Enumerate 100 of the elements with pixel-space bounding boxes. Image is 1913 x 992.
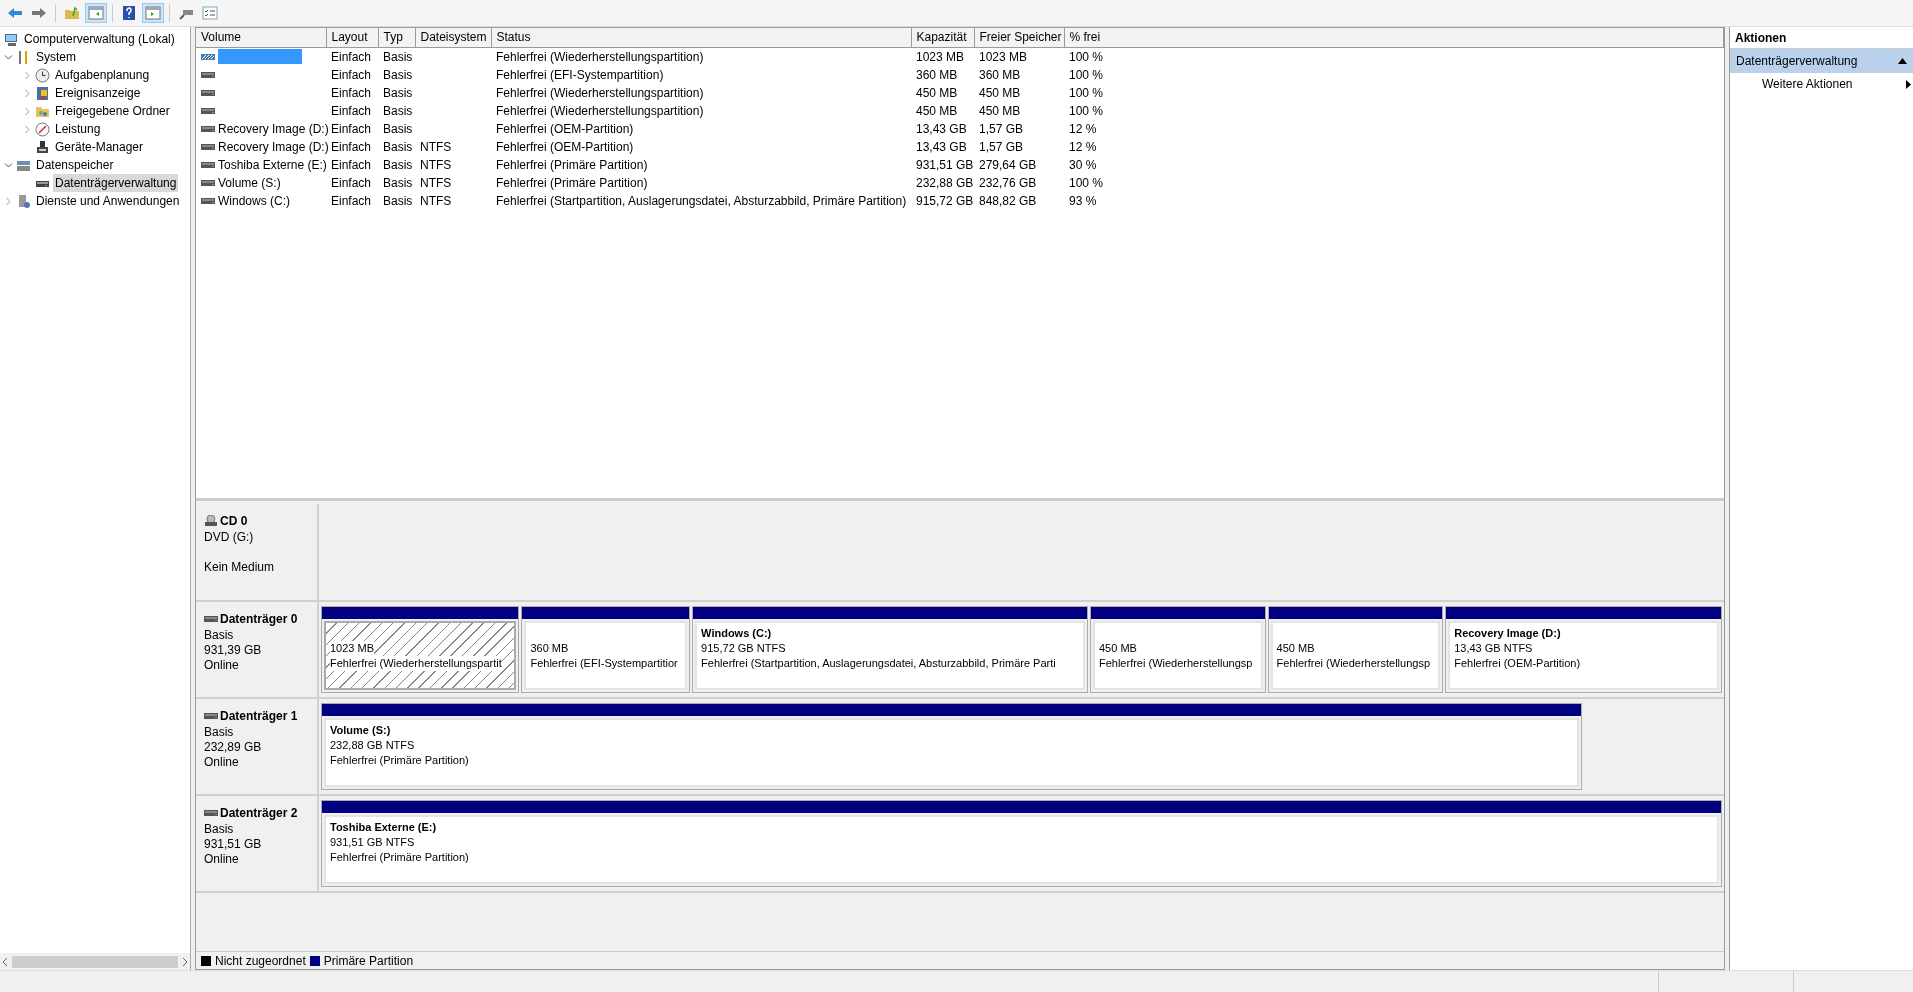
tree-item[interactable]: System bbox=[34, 48, 78, 66]
table-cell: 232,88 GB bbox=[916, 175, 974, 190]
table-cell: NTFS bbox=[420, 157, 452, 172]
table-cell: Basis bbox=[383, 121, 413, 136]
collapse-icon[interactable] bbox=[1898, 58, 1907, 64]
disk-info: Online bbox=[204, 755, 240, 770]
table-cell: Basis bbox=[383, 157, 413, 172]
tree-item[interactable]: Freigegebene Ordner bbox=[53, 102, 172, 120]
scroll-left-icon[interactable] bbox=[3, 957, 8, 966]
table-cell: Fehlerfrei (OEM-Partition) bbox=[496, 139, 634, 154]
table-cell: 1,57 GB bbox=[979, 121, 1024, 136]
disk-info: Basis bbox=[204, 725, 235, 740]
partition-block[interactable]: 450 MB Fehlerfrei (Wiederherstellungsp bbox=[1270, 621, 1441, 690]
computer-icon bbox=[4, 31, 19, 47]
chevron-right-icon[interactable] bbox=[23, 88, 32, 98]
partition-status: Fehlerfrei (Primäre Partition) bbox=[330, 850, 469, 865]
drive-icon bbox=[201, 178, 215, 187]
table-cell: 1023 MB bbox=[979, 49, 1028, 64]
column-header[interactable]: Layout bbox=[326, 28, 378, 47]
drive-icon bbox=[201, 124, 215, 133]
drive-icon bbox=[201, 52, 215, 61]
tree-item[interactable]: Geräte-Manager bbox=[53, 138, 146, 156]
column-header[interactable]: Status bbox=[491, 28, 911, 47]
chevron-right-icon[interactable] bbox=[23, 124, 32, 134]
column-header[interactable]: Freier Speicher bbox=[974, 28, 1064, 47]
table-cell: Basis bbox=[383, 49, 413, 64]
scroll-right-icon[interactable] bbox=[182, 957, 187, 966]
partition-block[interactable]: 1023 MB Fehlerfrei (Wiederherstellungspartit bbox=[324, 621, 517, 690]
partition-status: Fehlerfrei (Wiederherstellungspartit bbox=[330, 656, 502, 671]
disk-name: Datenträger 2 bbox=[220, 805, 298, 822]
table-cell: Einfach bbox=[331, 175, 372, 190]
table-cell-text: Recovery Image (D:) bbox=[218, 120, 329, 138]
partition-status: Fehlerfrei (EFI-Systempartitior bbox=[530, 656, 678, 671]
table-cell: 232,76 GB bbox=[979, 175, 1037, 190]
partition-status: Fehlerfrei (Wiederherstellungsp bbox=[1098, 656, 1253, 671]
cd-drive-icon bbox=[204, 515, 218, 527]
column-header[interactable]: Dateisystem bbox=[415, 28, 491, 47]
table-cell: Basis bbox=[383, 139, 413, 154]
table-cell: 450 MB bbox=[916, 103, 958, 118]
disk-info: Basis bbox=[204, 822, 235, 837]
tree-item[interactable]: Aufgabenplanung bbox=[53, 66, 152, 84]
disk-info: DVD (G:) bbox=[204, 530, 255, 545]
table-cell: 360 MB bbox=[979, 67, 1021, 82]
disk-name: Datenträger 0 bbox=[220, 611, 298, 628]
tree-item[interactable]: Computerverwaltung (Lokal) bbox=[22, 30, 177, 48]
table-cell: 450 MB bbox=[916, 85, 958, 100]
table-cell: Einfach bbox=[331, 103, 372, 118]
table-cell: NTFS bbox=[420, 175, 452, 190]
table-cell: Fehlerfrei (Startpartition, Auslagerungsdatei, Absturzabbild, Primäre Partition) bbox=[496, 193, 907, 208]
chevron-down-icon[interactable] bbox=[4, 52, 13, 62]
disk-info: Online bbox=[204, 658, 240, 673]
table-cell: Fehlerfrei (Wiederherstellungspartition) bbox=[496, 85, 704, 100]
table-cell: NTFS bbox=[420, 139, 452, 154]
tree-item[interactable]: Datenspeicher bbox=[34, 156, 116, 174]
table-cell: 450 MB bbox=[979, 103, 1021, 118]
actions-section-header[interactable]: Datenträgerverwaltung bbox=[1730, 49, 1913, 73]
partition-block[interactable]: Recovery Image (D:) 13,43 GB NTFS Fehlerfrei (OEM-Partition) bbox=[1448, 621, 1719, 690]
partition-status: Fehlerfrei (Wiederherstellungsp bbox=[1276, 656, 1431, 671]
partition-block[interactable]: Volume (S:) 232,88 GB NTFS Fehlerfrei (Primäre Partition) bbox=[324, 718, 1579, 787]
table-cell: Basis bbox=[383, 103, 413, 118]
table-cell: 279,64 GB bbox=[979, 157, 1037, 172]
column-header[interactable]: % frei bbox=[1064, 28, 1724, 47]
drive-icon bbox=[201, 106, 215, 115]
table-cell-text: Recovery Image (D:) bbox=[218, 138, 329, 156]
checklist-icon[interactable] bbox=[199, 3, 221, 23]
show-tree-icon[interactable] bbox=[85, 3, 107, 23]
column-header[interactable]: Typ bbox=[378, 28, 415, 47]
log-icon bbox=[35, 85, 50, 101]
horizontal-scrollbar[interactable] bbox=[0, 953, 190, 970]
partition-block[interactable]: Windows (C:) 915,72 GB NTFS Fehlerfrei (Startpartition, Auslagerungsdatei, Absturzabbild, Primäre Parti bbox=[695, 621, 1085, 690]
partition-block[interactable]: Toshiba Externe (E:) 931,51 GB NTFS Fehlerfrei (Primäre Partition) bbox=[324, 815, 1719, 884]
tree-item[interactable]: Ereignisanzeige bbox=[53, 84, 143, 102]
partition-size: 232,88 GB NTFS bbox=[330, 738, 415, 753]
table-cell: 100 % bbox=[1069, 175, 1104, 190]
chevron-right-icon[interactable] bbox=[23, 106, 32, 116]
table-cell: Fehlerfrei (Primäre Partition) bbox=[496, 175, 648, 190]
partition-size: 931,51 GB NTFS bbox=[330, 835, 415, 850]
table-cell: 1023 MB bbox=[916, 49, 965, 64]
table-cell: Fehlerfrei (Primäre Partition) bbox=[496, 157, 648, 172]
partition-block[interactable]: 450 MB Fehlerfrei (Wiederherstellungsp bbox=[1092, 621, 1263, 690]
column-header[interactable]: Volume bbox=[196, 28, 326, 47]
chevron-down-icon[interactable] bbox=[4, 160, 13, 170]
partition-block[interactable]: 360 MB Fehlerfrei (EFI-Systempartitior bbox=[524, 621, 688, 690]
table-cell: Einfach bbox=[331, 121, 372, 136]
column-header[interactable]: Kapazität bbox=[911, 28, 974, 47]
partition-size: 13,43 GB NTFS bbox=[1454, 641, 1533, 656]
tree-item[interactable]: Leistung bbox=[53, 120, 103, 138]
chevron-right-icon[interactable] bbox=[4, 196, 13, 206]
table-cell-text: Windows (C:) bbox=[218, 192, 290, 210]
table-cell: Einfach bbox=[331, 157, 372, 172]
chevron-right-icon[interactable] bbox=[23, 70, 32, 80]
table-cell: Fehlerfrei (EFI-Systempartition) bbox=[496, 67, 664, 82]
gauge-icon bbox=[35, 121, 50, 137]
tree-item[interactable]: Dienste und Anwendungen bbox=[34, 192, 182, 210]
clock-icon bbox=[35, 67, 50, 83]
partition-status: Fehlerfrei (Primäre Partition) bbox=[330, 753, 469, 768]
tree-item[interactable]: Datenträgerverwaltung bbox=[53, 174, 179, 192]
disk-info: Online bbox=[204, 852, 240, 867]
action-item[interactable]: Weitere Aktionen bbox=[1730, 73, 1913, 95]
drive-icon bbox=[201, 142, 215, 151]
